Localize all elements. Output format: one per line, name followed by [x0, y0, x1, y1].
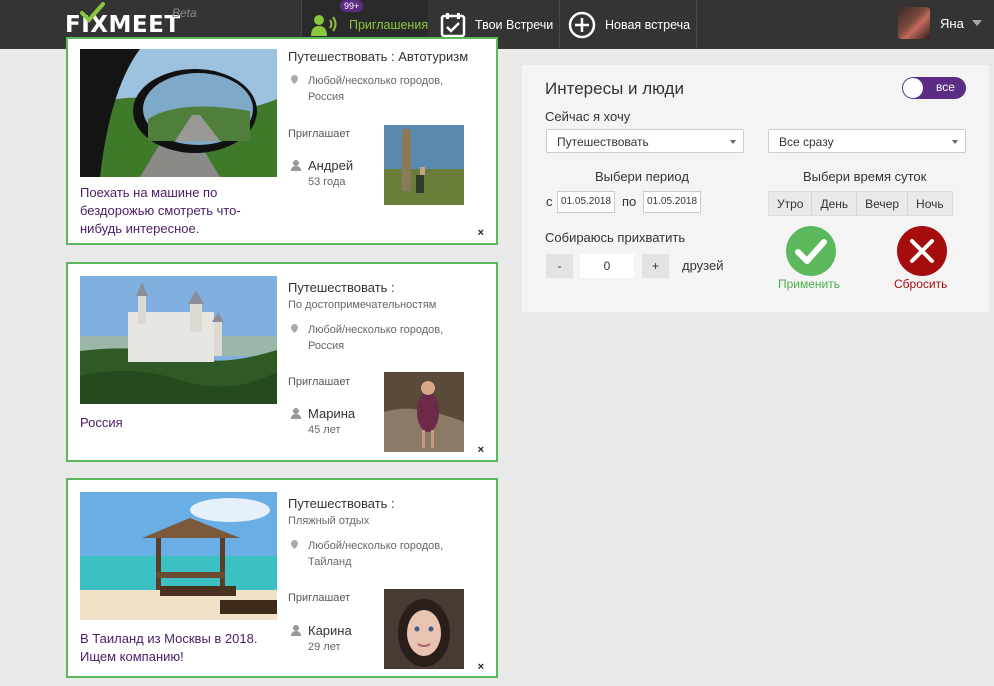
bring-friends-label: Собираюсь прихватить [545, 230, 686, 245]
nav-divider [696, 0, 697, 49]
card-location: Любой/несколько городов, Россия [288, 73, 478, 105]
when-select-value: Все сразу [779, 135, 834, 149]
plus-circle-icon [568, 11, 596, 39]
card-person-age: 45 лет [308, 424, 341, 436]
time-option-morning[interactable]: Утро [769, 192, 813, 215]
friends-count-input[interactable]: 0 [580, 254, 634, 278]
card-person-photo[interactable] [384, 372, 464, 452]
card-person-age: 29 лет [308, 641, 341, 653]
time-option-night[interactable]: Ночь [908, 192, 952, 215]
card-photo [80, 49, 277, 177]
card-person: Марина 45 лет [288, 406, 355, 436]
card-subcategory: По достопримечательностям [288, 299, 437, 311]
time-option-day[interactable]: День [812, 192, 858, 215]
card-description: В Таиланд из Москвы в 2018. Ищем компани… [80, 631, 258, 664]
card-category: Путешествовать : [288, 280, 395, 295]
when-select[interactable]: Все сразу [768, 129, 966, 153]
friends-label: друзей [682, 258, 724, 273]
card-person-photo[interactable] [384, 125, 464, 205]
logo-check-icon [80, 2, 105, 23]
decrement-button[interactable]: - [546, 254, 573, 278]
user-menu[interactable]: Яна [898, 7, 982, 39]
invitation-card[interactable]: В Таиланд из Москвы в 2018. Ищем компани… [66, 478, 498, 678]
card-close-button[interactable]: × [478, 444, 484, 456]
increment-button[interactable]: + [642, 254, 669, 278]
invites-badge: 99+ [340, 0, 364, 12]
card-subcategory: Пляжный отдых [288, 515, 370, 527]
nav-meetings-label: Твои Встречи [475, 17, 554, 32]
card-invites-label: Приглашает [288, 592, 351, 604]
nav-new-meeting-label: Новая встреча [605, 17, 691, 32]
toggle-knob [903, 78, 923, 98]
beta-label: Beta [172, 6, 197, 20]
logo[interactable]: FIXMEET [65, 2, 181, 38]
card-close-button[interactable]: × [478, 661, 484, 673]
period-label: Выбери период [595, 169, 689, 184]
time-option-evening[interactable]: Вечер [857, 192, 909, 215]
chevron-down-icon [971, 20, 982, 26]
card-location-text: Любой/несколько городов, Россия [308, 75, 444, 103]
card-location: Любой/несколько городов, Россия [288, 322, 478, 354]
activity-select[interactable]: Путешествовать [546, 129, 744, 153]
card-category: Путешествовать : Автотуризм [288, 49, 469, 64]
card-location-text: Любой/несколько городов, Россия [308, 324, 444, 352]
card-person-photo[interactable] [384, 589, 464, 669]
user-icon [291, 408, 301, 419]
apply-label[interactable]: Применить [778, 277, 840, 291]
location-pin-icon [291, 324, 298, 333]
card-location-text: Любой/несколько городов, Тайланд [308, 540, 444, 568]
apply-button[interactable] [786, 226, 836, 276]
user-name: Яна [940, 15, 964, 31]
to-date-field[interactable]: 01.05.2018 [643, 191, 701, 213]
card-photo [80, 492, 277, 620]
invitation-card[interactable]: Поехать на машине по бездорожью смотреть… [66, 37, 498, 245]
filter-panel: Интересы и люди все Сейчас я хочу Путеше… [522, 65, 989, 312]
card-person-age: 53 года [308, 176, 346, 188]
calendar-check-icon [440, 12, 466, 38]
user-icon [291, 625, 301, 636]
nav-new-meeting[interactable]: Новая встреча [568, 0, 690, 49]
reset-label[interactable]: Сбросить [894, 277, 947, 291]
card-person-name: Марина [308, 406, 356, 421]
close-icon [910, 239, 934, 263]
card-invites-label: Приглашает [288, 128, 351, 140]
chevron-down-icon [952, 140, 958, 144]
card-description: Россия [80, 415, 123, 430]
card-person: Андрей 53 года [288, 158, 353, 188]
chevron-down-icon [730, 140, 736, 144]
from-label: с [546, 194, 553, 209]
card-photo [80, 276, 277, 404]
show-all-toggle[interactable]: все [902, 77, 966, 99]
card-close-button[interactable]: × [478, 227, 484, 239]
nav-invites-label: Приглашения [349, 17, 429, 32]
card-description: Поехать на машине по бездорожью смотреть… [80, 185, 241, 236]
nav-divider [559, 0, 560, 49]
location-pin-icon [291, 540, 298, 549]
avatar [898, 7, 930, 39]
user-icon [291, 160, 301, 171]
megaphone-icon [310, 13, 340, 37]
time-label: Выбери время суток [803, 169, 927, 184]
filter-title: Интересы и люди [545, 79, 684, 98]
toggle-label: все [936, 80, 955, 94]
card-invites-label: Приглашает [288, 376, 351, 388]
card-person: Карина 29 лет [288, 623, 352, 653]
activity-select-value: Путешествовать [557, 135, 649, 149]
from-date-field[interactable]: 01.05.2018 [557, 191, 615, 213]
card-location: Любой/несколько городов, Тайланд [288, 538, 478, 570]
check-icon [795, 239, 827, 264]
card-category: Путешествовать : [288, 496, 395, 511]
want-label: Сейчас я хочу [545, 109, 631, 124]
to-label: по [622, 194, 637, 209]
invitation-card[interactable]: Россия Путешествовать : По достопримечат… [66, 262, 498, 462]
card-person-name: Карина [308, 623, 352, 638]
reset-button[interactable] [897, 226, 947, 276]
card-person-name: Андрей [308, 158, 354, 173]
location-pin-icon [291, 75, 298, 84]
time-of-day-selector: Утро День Вечер Ночь [768, 191, 953, 216]
